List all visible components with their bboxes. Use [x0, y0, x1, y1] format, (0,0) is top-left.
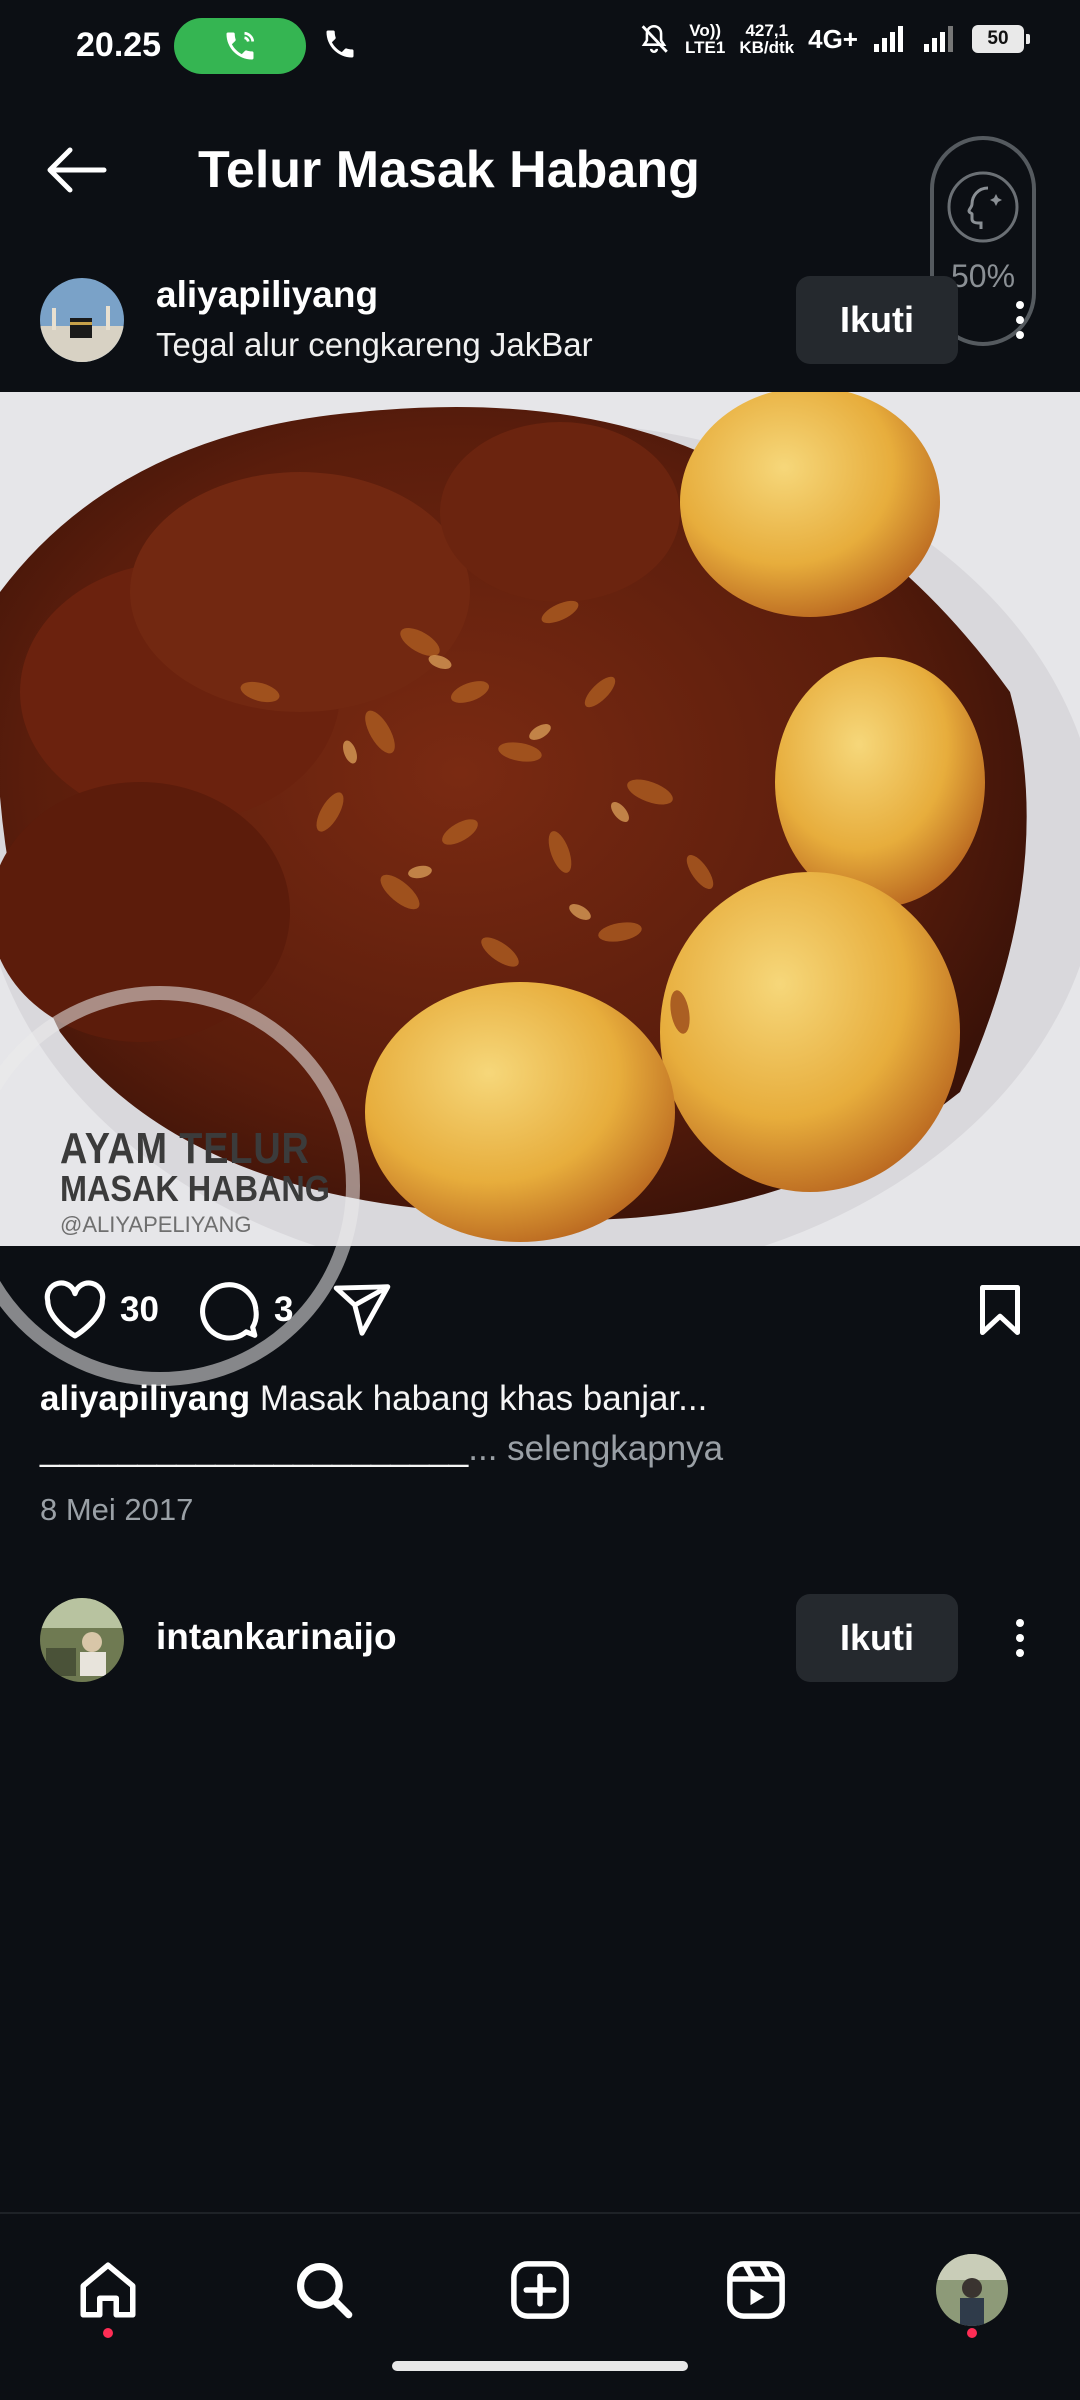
nav-reels[interactable] — [708, 2242, 804, 2338]
phone-icon — [322, 26, 358, 67]
post-location[interactable]: Tegal alur cengkareng JakBar — [156, 326, 593, 364]
caption-dashes: ______________________ — [40, 1429, 469, 1468]
status-time: 20.25 — [76, 26, 162, 64]
mute-bell-icon — [641, 24, 668, 53]
profile-avatar — [936, 2254, 1008, 2326]
nav-home[interactable] — [60, 2242, 156, 2338]
like-count[interactable]: 30 — [120, 1290, 159, 1330]
home-icon — [80, 2262, 136, 2318]
reels-icon — [727, 2261, 785, 2319]
network-type: 4G+ — [808, 23, 858, 54]
post-caption[interactable]: aliyapiliyang Masak habang khas banjar..… — [40, 1374, 1040, 1424]
create-icon — [511, 2261, 569, 2319]
watermark-line2: MASAK HABANG — [60, 1168, 330, 1209]
arrow-left-icon — [47, 147, 107, 193]
next-post-follow-button[interactable]: Ikuti — [796, 1594, 958, 1682]
see-more-link[interactable]: ... selengkapnya — [468, 1429, 723, 1468]
profile-notification-dot — [967, 2328, 977, 2338]
home-notification-dot — [103, 2328, 113, 2338]
home-indicator[interactable] — [392, 2361, 688, 2371]
next-post-avatar[interactable] — [40, 1598, 124, 1682]
follow-button[interactable]: Ikuti — [796, 276, 958, 364]
bookmark-icon[interactable] — [970, 1279, 1030, 1341]
status-icons: Vo)) LTE1 427,1 KB/dtk 4G+ 50 — [637, 21, 1030, 57]
watermark-line1: AYAM TELUR — [60, 1124, 310, 1173]
heart-icon[interactable] — [42, 1280, 108, 1340]
volte-indicator: Vo)) LTE1 — [685, 21, 726, 57]
nav-search[interactable] — [276, 2242, 372, 2338]
phone-call-icon — [226, 31, 255, 60]
next-post-more-button[interactable] — [1000, 1608, 1040, 1668]
ongoing-call-pill[interactable] — [174, 18, 306, 74]
nav-profile[interactable] — [924, 2242, 1020, 2338]
search-icon — [297, 2263, 353, 2319]
top-app-bar: Telur Masak Habang — [0, 110, 1080, 230]
network-speed: 427,1 KB/dtk — [739, 21, 795, 57]
next-post-username[interactable]: intankarinaijo — [156, 1616, 397, 1658]
nav-create[interactable] — [492, 2242, 588, 2338]
post-image[interactable] — [0, 392, 1080, 1246]
comment-action: 3 — [198, 1270, 293, 1350]
next-post-header: intankarinaijo Ikuti — [0, 1592, 1080, 1692]
save-action — [970, 1270, 1030, 1350]
status-bar: 20.25 Vo)) LTE1 427,1 KB/dtk 4G+ 50 — [0, 0, 1080, 96]
signal-icon-2 — [924, 26, 953, 52]
post-date: 8 Mei 2017 — [40, 1492, 194, 1527]
avatar[interactable] — [40, 278, 124, 362]
comment-count[interactable]: 3 — [274, 1290, 293, 1330]
food-photo — [0, 392, 1080, 1246]
caption-line2: ______________________... selengkapnya — [40, 1424, 723, 1474]
post-header: aliyapiliyang Tegal alur cengkareng JakB… — [0, 262, 1080, 372]
bottom-navigation — [0, 2212, 1080, 2400]
share-action — [330, 1270, 394, 1350]
page-title: Telur Masak Habang — [198, 141, 700, 199]
comment-icon[interactable] — [198, 1278, 262, 1342]
like-action: 30 — [42, 1270, 159, 1350]
face-beauty-icon — [947, 171, 1019, 243]
caption-text: Masak habang khas banjar... — [259, 1379, 708, 1418]
battery-indicator: 50 — [972, 25, 1030, 53]
post-username[interactable]: aliyapiliyang — [156, 274, 378, 316]
back-button[interactable] — [36, 138, 116, 202]
watermark-line3: @ALIYAPELIYANG — [60, 1212, 252, 1237]
signal-icon — [874, 26, 903, 52]
caption-username[interactable]: aliyapiliyang — [40, 1379, 250, 1418]
post-actions: 30 3 — [0, 1270, 1080, 1350]
more-options-button[interactable] — [1000, 290, 1040, 350]
send-icon[interactable] — [330, 1279, 394, 1341]
